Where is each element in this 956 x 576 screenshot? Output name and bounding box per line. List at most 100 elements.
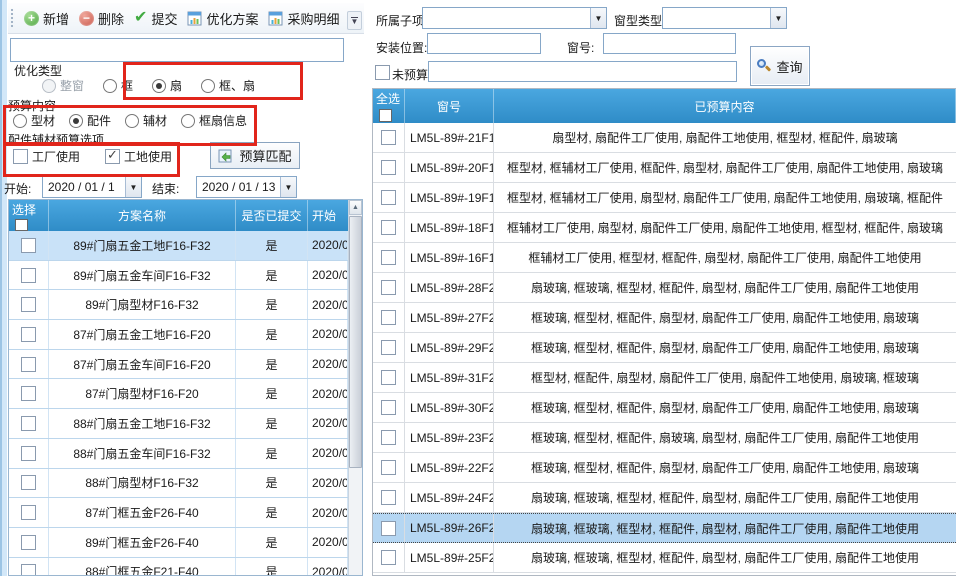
window-row-checkbox[interactable] — [381, 400, 396, 415]
usage-option[interactable]: 工厂使用 — [13, 148, 80, 165]
plan-table-row[interactable]: 88#门框五金F21-F40是2020/0 — [9, 558, 348, 576]
plan-row-checkbox[interactable] — [21, 535, 36, 550]
window-table-row[interactable]: LM5L-89#-20F18框型材, 框辅材工厂使用, 框配件, 扇型材, 扇配… — [373, 153, 956, 183]
unbudgeted-input[interactable] — [428, 61, 737, 82]
usage-option[interactable]: 工地使用 — [105, 148, 172, 165]
window-table-row[interactable]: LM5L-89#-24F22扇玻璃, 框玻璃, 框型材, 框配件, 扇型材, 扇… — [373, 483, 956, 513]
window-row-checkbox[interactable] — [381, 430, 396, 445]
end-date-dropdown-button[interactable]: ▼ — [280, 177, 296, 197]
plan-row-checkbox[interactable] — [21, 446, 36, 461]
plan-row-checkbox[interactable] — [21, 386, 36, 401]
window-row-checkbox[interactable] — [381, 160, 396, 175]
option-label: 扇 — [170, 77, 182, 94]
window-row-checkbox[interactable] — [381, 460, 396, 475]
window-type-combobox[interactable]: ▼ — [662, 7, 787, 29]
optimize-plan-button[interactable]: 优化方案 — [182, 6, 263, 31]
window-header-no[interactable]: 窗号 — [405, 89, 494, 123]
collapsed-dock-strip[interactable] — [0, 0, 7, 576]
window-row-checkbox[interactable] — [381, 340, 396, 355]
scroll-up-icon[interactable]: ▲ — [349, 200, 362, 215]
window-row-checkbox[interactable] — [381, 521, 396, 536]
plan-table-row[interactable]: 87#门扇五金工地F16-F20是2020/0 — [9, 320, 348, 350]
plan-row-checkbox[interactable] — [21, 268, 36, 283]
start-date-picker[interactable]: 2020 / 01 / 1 ▼ — [42, 176, 142, 198]
plan-header-name[interactable]: 方案名称 — [49, 200, 236, 231]
window-table-row[interactable]: LM5L-89#-30F28框玻璃, 框型材, 框配件, 扇型材, 扇配件工厂使… — [373, 393, 956, 423]
sub-item-combobox[interactable]: ▼ — [422, 7, 607, 29]
budget-match-button[interactable]: 预算匹配 — [210, 142, 300, 169]
plan-table-row[interactable]: 87#门框五金F26-F40是2020/0 — [9, 498, 348, 528]
radio-option[interactable]: 扇 — [152, 77, 182, 94]
delete-button[interactable]: − 删除 — [74, 6, 129, 31]
sub-item-dropdown-button[interactable]: ▼ — [590, 8, 606, 28]
unbudgeted-checkbox[interactable] — [375, 65, 390, 80]
radio-option[interactable]: 辅材 — [125, 112, 167, 129]
select-all-plans-checkbox[interactable] — [15, 219, 28, 231]
query-button[interactable]: 查询 — [750, 46, 810, 86]
window-table-row[interactable]: LM5L-89#-25F23扇玻璃, 框玻璃, 框型材, 框配件, 扇型材, 扇… — [373, 543, 956, 573]
window-row-checkbox[interactable] — [381, 190, 396, 205]
window-table-row[interactable]: LM5L-89#-19F17框型材, 框辅材工厂使用, 扇型材, 扇配件工厂使用… — [373, 183, 956, 213]
toolbar-grip[interactable] — [10, 8, 15, 28]
window-no-cell: LM5L-89#-27F25 — [405, 303, 494, 332]
plan-start-cell: 2020/0 — [308, 379, 348, 408]
option-label: 整窗 — [60, 77, 84, 94]
plan-row-checkbox[interactable] — [21, 357, 36, 372]
plan-table-row[interactable]: 89#门框五金F26-F40是2020/0 — [9, 528, 348, 558]
plan-filter-input[interactable] — [10, 38, 344, 62]
install-position-input[interactable] — [427, 33, 541, 54]
plan-table-scrollbar[interactable]: ▲ — [348, 200, 362, 575]
window-table-row[interactable]: LM5L-89#-21F19扇型材, 扇配件工厂使用, 扇配件工地使用, 框型材… — [373, 123, 956, 153]
submit-button[interactable]: ✔ 提交 — [129, 6, 182, 31]
window-header-budgeted[interactable]: 已预算内容 — [494, 89, 956, 123]
window-row-checkbox[interactable] — [381, 130, 396, 145]
window-row-checkbox[interactable] — [381, 280, 396, 295]
plan-row-checkbox[interactable] — [21, 238, 36, 253]
window-table-row[interactable]: LM5L-89#-22F20框玻璃, 框型材, 框配件, 扇型材, 扇配件工厂使… — [373, 453, 956, 483]
window-table-row[interactable]: LM5L-89#-28F26扇玻璃, 框玻璃, 框型材, 框配件, 扇型材, 扇… — [373, 273, 956, 303]
add-button[interactable]: + 新增 — [19, 6, 74, 31]
plan-row-checkbox[interactable] — [21, 564, 36, 576]
window-table-row[interactable]: LM5L-89#-27F25框玻璃, 框型材, 框配件, 扇型材, 扇配件工厂使… — [373, 303, 956, 333]
plan-table-row[interactable]: 87#门扇型材F16-F20是2020/0 — [9, 379, 348, 409]
window-table-row[interactable]: LM5L-89#-29F27框玻璃, 框型材, 框配件, 扇型材, 扇配件工厂使… — [373, 333, 956, 363]
plan-table-row[interactable]: 88#门扇五金工地F16-F32是2020/0 — [9, 409, 348, 439]
window-row-checkbox[interactable] — [381, 220, 396, 235]
toolbar-overflow-button[interactable]: ▼ — [347, 11, 362, 30]
plan-table-row[interactable]: 88#门扇型材F16-F32是2020/0 — [9, 469, 348, 499]
plan-row-checkbox[interactable] — [21, 505, 36, 520]
window-row-select-cell — [373, 243, 405, 272]
window-row-checkbox[interactable] — [381, 250, 396, 265]
radio-option[interactable]: 框扇信息 — [181, 112, 247, 129]
window-table-row[interactable]: LM5L-89#-26F24扇玻璃, 框玻璃, 框型材, 框配件, 扇型材, 扇… — [373, 513, 956, 543]
scrollbar-thumb[interactable] — [349, 216, 362, 468]
select-all-windows-checkbox[interactable] — [379, 109, 392, 122]
radio-option[interactable]: 型材 — [13, 112, 55, 129]
start-date-dropdown-button[interactable]: ▼ — [125, 177, 141, 197]
purchase-detail-button[interactable]: 采购明细 ▼ — [263, 6, 359, 31]
window-table-row[interactable]: LM5L-89#-16F15框辅材工厂使用, 框型材, 框配件, 扇型材, 扇配… — [373, 243, 956, 273]
plan-table-row[interactable]: 88#门扇五金车间F16-F32是2020/0 — [9, 439, 348, 469]
plan-table-row[interactable]: 89#门扇型材F16-F32是2020/0 — [9, 290, 348, 320]
plan-row-checkbox[interactable] — [21, 297, 36, 312]
plan-row-checkbox[interactable] — [21, 327, 36, 342]
window-row-checkbox[interactable] — [381, 370, 396, 385]
radio-option[interactable]: 框 — [103, 77, 133, 94]
plan-table-row[interactable]: 87#门扇五金车间F16-F20是2020/0 — [9, 350, 348, 380]
end-date-picker[interactable]: 2020 / 01 / 13 ▼ — [196, 176, 297, 198]
window-type-dropdown-button[interactable]: ▼ — [770, 8, 786, 28]
window-row-checkbox[interactable] — [381, 490, 396, 505]
plan-table-row[interactable]: 89#门扇五金车间F16-F32是2020/0 — [9, 261, 348, 291]
window-table-row[interactable]: LM5L-89#-31F29框型材, 框配件, 扇型材, 扇配件工厂使用, 扇配… — [373, 363, 956, 393]
window-row-checkbox[interactable] — [381, 550, 396, 565]
radio-option[interactable]: 配件 — [69, 112, 111, 129]
plan-row-checkbox[interactable] — [21, 416, 36, 431]
window-table-row[interactable]: LM5L-89#-23F21框玻璃, 框型材, 框配件, 扇玻璃, 扇型材, 扇… — [373, 423, 956, 453]
window-table-row[interactable]: LM5L-89#-18F16框辅材工厂使用, 扇型材, 扇配件工厂使用, 扇配件… — [373, 213, 956, 243]
plan-header-submitted[interactable]: 是否已提交 — [236, 200, 308, 231]
window-row-checkbox[interactable] — [381, 310, 396, 325]
radio-option[interactable]: 框、扇 — [201, 77, 255, 94]
window-no-input[interactable] — [603, 33, 736, 54]
plan-row-checkbox[interactable] — [21, 475, 36, 490]
plan-table-row[interactable]: 89#门扇五金工地F16-F32是2020/0 — [9, 231, 348, 261]
